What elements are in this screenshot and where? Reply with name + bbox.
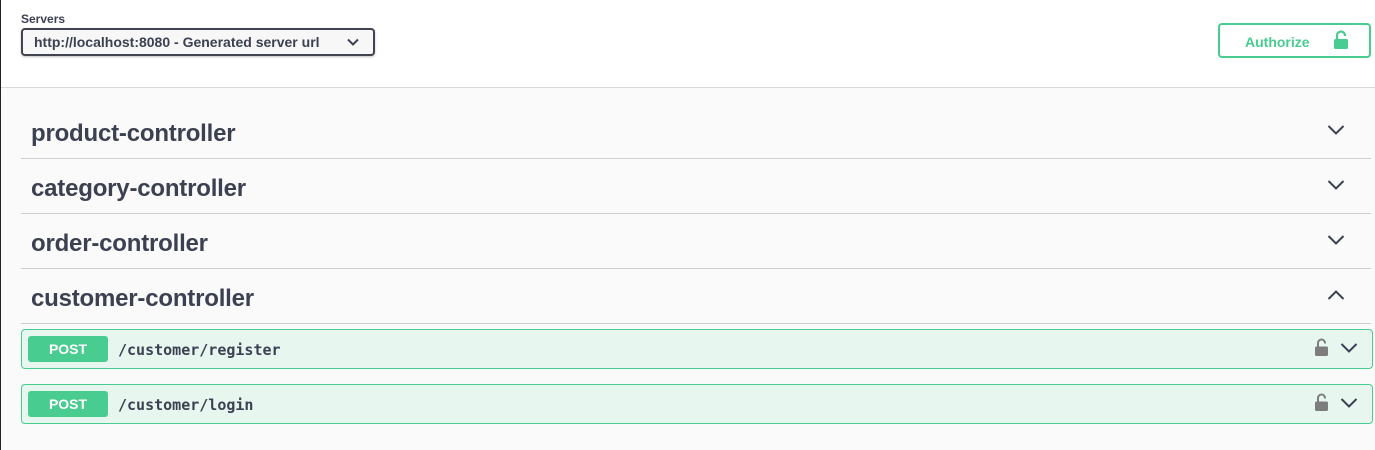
method-badge: POST bbox=[28, 391, 108, 417]
unlock-icon[interactable] bbox=[1314, 393, 1329, 412]
chevron-down-icon[interactable] bbox=[1327, 124, 1345, 136]
chevron-down-icon[interactable] bbox=[1340, 342, 1358, 354]
operation-path: /customer/register bbox=[118, 341, 281, 359]
method-badge: POST bbox=[28, 336, 108, 362]
scheme-container: Servers http://localhost:8080 - Generate… bbox=[1, 0, 1375, 88]
server-select-value: http://localhost:8080 - Generated server… bbox=[34, 34, 320, 50]
tag-title: customer-controller bbox=[31, 285, 254, 312]
chevron-down-icon bbox=[347, 38, 359, 46]
tag-product-controller[interactable]: product-controller bbox=[21, 103, 1371, 159]
operation-path: /customer/login bbox=[118, 396, 254, 414]
operation-post-customer-register[interactable]: POST /customer/register bbox=[21, 329, 1373, 369]
chevron-down-icon[interactable] bbox=[1340, 397, 1358, 409]
unlock-icon[interactable] bbox=[1314, 338, 1329, 357]
tag-customer-controller[interactable]: customer-controller bbox=[21, 268, 1371, 324]
tag-title: product-controller bbox=[31, 120, 236, 147]
servers-label: Servers bbox=[21, 12, 66, 26]
chevron-down-icon[interactable] bbox=[1327, 234, 1345, 246]
tag-title: category-controller bbox=[31, 175, 246, 202]
authorize-button[interactable]: Authorize bbox=[1218, 23, 1371, 58]
chevron-down-icon[interactable] bbox=[1327, 179, 1345, 191]
operations-section: product-controller category-controller o… bbox=[1, 88, 1375, 450]
server-select[interactable]: http://localhost:8080 - Generated server… bbox=[21, 28, 375, 56]
tag-category-controller[interactable]: category-controller bbox=[21, 158, 1371, 214]
unlock-icon bbox=[1334, 30, 1348, 49]
chevron-up-icon[interactable] bbox=[1327, 289, 1345, 301]
tag-title: order-controller bbox=[31, 230, 208, 257]
operation-post-customer-login[interactable]: POST /customer/login bbox=[21, 384, 1373, 424]
authorize-label: Authorize bbox=[1245, 34, 1310, 50]
tag-order-controller[interactable]: order-controller bbox=[21, 213, 1371, 269]
